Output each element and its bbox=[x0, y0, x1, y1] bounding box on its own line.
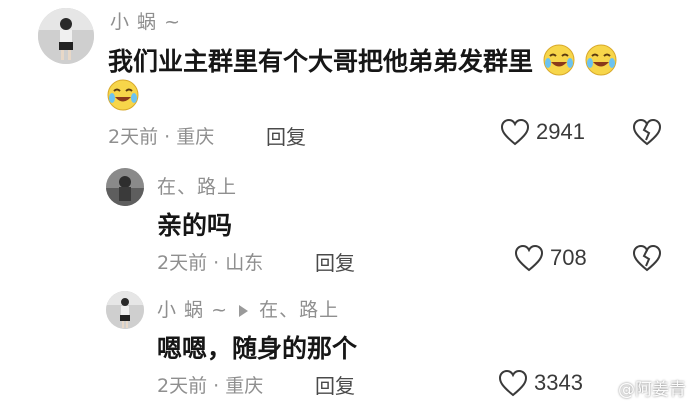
comment-2: 在、路上 亲的吗 2天前 · 山东 回复 708 bbox=[0, 160, 690, 280]
reply-to-username[interactable]: 在、路上 bbox=[259, 299, 339, 321]
laugh-cry-emoji-icon bbox=[542, 43, 576, 83]
user-avatar[interactable] bbox=[106, 291, 144, 329]
reply-button[interactable]: 回复 bbox=[315, 247, 355, 276]
comment-3: 小 蜗 ~ 在、路上 嗯嗯，随身的那个 2天前 · 重庆 回复 3343 bbox=[0, 285, 690, 402]
like-count: 708 bbox=[550, 245, 587, 270]
heart-icon bbox=[498, 369, 528, 397]
broken-heart-icon bbox=[632, 118, 662, 146]
heart-icon bbox=[500, 118, 530, 146]
reply-arrow-icon bbox=[239, 304, 249, 317]
comment-text: 我们业主群里有个大哥把他弟弟发群里 bbox=[108, 42, 618, 83]
comment-username[interactable]: 小 蜗 ~ bbox=[157, 299, 228, 321]
reply-button[interactable]: 回复 bbox=[266, 121, 306, 150]
like-button[interactable]: 3343 bbox=[498, 369, 583, 397]
like-button[interactable]: 708 bbox=[514, 244, 587, 272]
user-avatar[interactable] bbox=[106, 168, 144, 206]
laugh-cry-emoji-icon bbox=[584, 43, 618, 83]
avatar-photo bbox=[106, 291, 144, 329]
comment-meta: 2天前 · 重庆 bbox=[157, 375, 264, 397]
user-avatar[interactable] bbox=[38, 8, 94, 64]
like-count: 2941 bbox=[536, 119, 585, 144]
laugh-cry-emoji-icon bbox=[106, 78, 140, 116]
comment-username[interactable]: 在、路上 bbox=[157, 172, 237, 199]
comment-text-content: 我们业主群里有个大哥把他弟弟发群里 bbox=[108, 47, 534, 76]
comment-text: 嗯嗯，随身的那个 bbox=[157, 334, 358, 363]
reply-button[interactable]: 回复 bbox=[315, 370, 355, 399]
comment-meta: 2天前 · 重庆 bbox=[108, 126, 215, 148]
broken-heart-icon bbox=[632, 244, 662, 272]
comment-meta: 2天前 · 山东 bbox=[157, 252, 264, 274]
comment-username-row: 小 蜗 ~ 在、路上 bbox=[157, 295, 339, 322]
like-button[interactable]: 2941 bbox=[500, 118, 585, 146]
comment-text: 亲的吗 bbox=[157, 211, 233, 240]
comment-1: 小 蜗 ~ 我们业主群里有个大哥把他弟弟发群里 2天前 · 重庆 回复 2941 bbox=[0, 0, 690, 150]
like-count: 3343 bbox=[534, 370, 583, 395]
heart-icon bbox=[514, 244, 544, 272]
avatar-photo bbox=[38, 8, 94, 64]
avatar-photo bbox=[106, 168, 144, 206]
dislike-button[interactable] bbox=[632, 244, 662, 276]
dislike-button[interactable] bbox=[632, 118, 662, 150]
watermark: @阿姜青 bbox=[618, 380, 686, 400]
comment-username[interactable]: 小 蜗 ~ bbox=[110, 7, 181, 34]
